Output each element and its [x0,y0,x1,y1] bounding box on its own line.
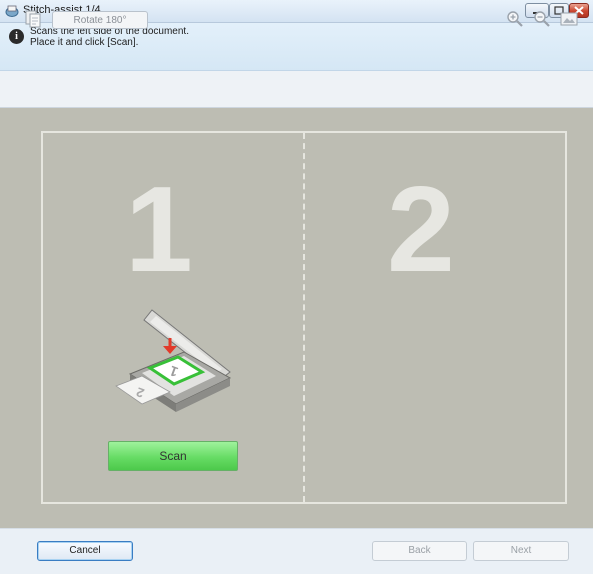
cancel-button[interactable]: Cancel [37,541,133,561]
rotate-180-button[interactable]: Rotate 180° [52,11,148,29]
zoom-in-icon[interactable] [506,10,524,28]
scan-button[interactable]: Scan [108,441,238,471]
toolbar [0,71,593,108]
stitch-assist-window: Stitch-assist 1/4 i Scans the left side … [0,0,593,574]
scanner-illustration-icon: 1 2 [115,309,232,412]
back-button[interactable]: Back [372,541,467,561]
next-button[interactable]: Next [473,541,569,561]
left-side-number: 1 [125,161,193,297]
right-side-number: 2 [387,161,455,297]
fit-to-window-icon[interactable] [560,11,578,27]
info-icon: i [9,29,24,44]
zoom-out-icon[interactable] [533,10,551,28]
page-rotate-icon [25,10,41,28]
instruction-line-2: Place it and click [Scan]. [30,37,139,48]
app-icon [5,5,19,17]
page-divider [303,133,305,502]
